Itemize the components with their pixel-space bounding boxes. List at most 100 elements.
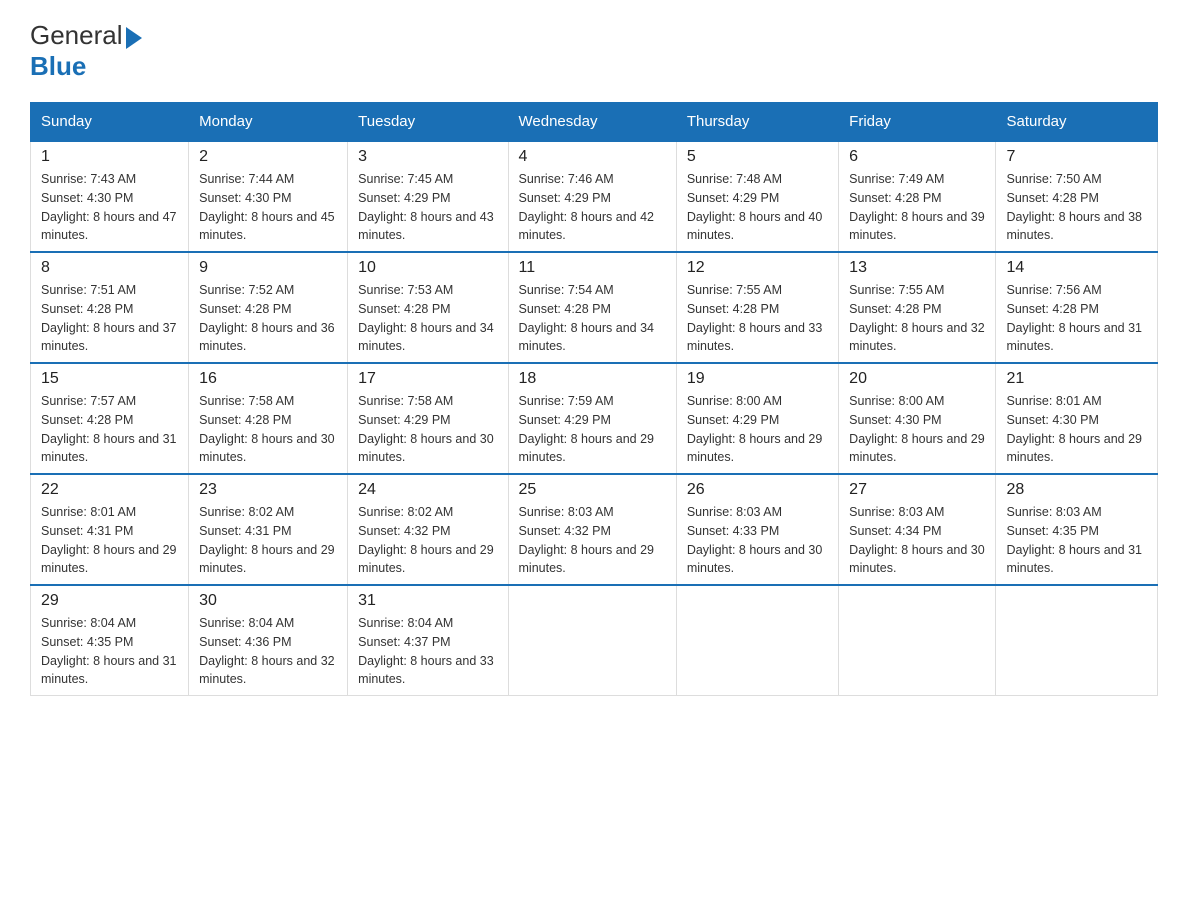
calendar-cell: 7 Sunrise: 7:50 AMSunset: 4:28 PMDaylight… [996,141,1158,252]
day-number: 3 [358,148,497,166]
calendar-cell: 9 Sunrise: 7:52 AMSunset: 4:28 PMDaylight… [189,252,348,363]
weekday-header-tuesday: Tuesday [348,103,508,142]
weekday-header-monday: Monday [189,103,348,142]
calendar-cell: 25 Sunrise: 8:03 AMSunset: 4:32 PMDayligh… [508,474,676,585]
day-info: Sunrise: 7:53 AMSunset: 4:28 PMDaylight:… [358,281,497,356]
calendar-cell: 4 Sunrise: 7:46 AMSunset: 4:29 PMDaylight… [508,141,676,252]
calendar-week-row: 8 Sunrise: 7:51 AMSunset: 4:28 PMDaylight… [31,252,1158,363]
day-number: 4 [519,148,666,166]
calendar-cell [839,585,996,696]
calendar-cell: 16 Sunrise: 7:58 AMSunset: 4:28 PMDayligh… [189,363,348,474]
day-number: 22 [41,481,178,499]
calendar-cell: 22 Sunrise: 8:01 AMSunset: 4:31 PMDayligh… [31,474,189,585]
day-number: 13 [849,259,985,277]
day-info: Sunrise: 8:02 AMSunset: 4:32 PMDaylight:… [358,503,497,578]
calendar-cell: 5Sunrise: 7:48 AMSunset: 4:29 PMDaylight… [676,141,838,252]
day-number: 31 [358,592,497,610]
weekday-header-sunday: Sunday [31,103,189,142]
day-info: Sunrise: 7:51 AMSunset: 4:28 PMDaylight:… [41,281,178,356]
day-info: Sunrise: 7:56 AMSunset: 4:28 PMDaylight:… [1006,281,1147,356]
day-info: Sunrise: 7:43 AMSunset: 4:30 PMDaylight:… [41,170,178,245]
calendar-cell: 26Sunrise: 8:03 AMSunset: 4:33 PMDayligh… [676,474,838,585]
weekday-header-saturday: Saturday [996,103,1158,142]
day-info: Sunrise: 8:00 AMSunset: 4:29 PMDaylight:… [687,392,828,467]
calendar-cell: 10 Sunrise: 7:53 AMSunset: 4:28 PMDayligh… [348,252,508,363]
day-number: 25 [519,481,666,499]
calendar-cell: 6 Sunrise: 7:49 AMSunset: 4:28 PMDaylight… [839,141,996,252]
day-number: 14 [1006,259,1147,277]
day-number: 28 [1006,481,1147,499]
day-number: 30 [199,592,337,610]
day-info: Sunrise: 8:03 AMSunset: 4:34 PMDaylight:… [849,503,985,578]
day-number: 2 [199,148,337,166]
day-number: 24 [358,481,497,499]
calendar-cell [996,585,1158,696]
day-info: Sunrise: 7:45 AMSunset: 4:29 PMDaylight:… [358,170,497,245]
day-info: Sunrise: 7:55 AMSunset: 4:28 PMDaylight:… [849,281,985,356]
day-info: Sunrise: 8:04 AMSunset: 4:35 PMDaylight:… [41,614,178,689]
calendar-cell [676,585,838,696]
calendar-cell: 2 Sunrise: 7:44 AMSunset: 4:30 PMDaylight… [189,141,348,252]
day-info: Sunrise: 7:58 AMSunset: 4:28 PMDaylight:… [199,392,337,467]
calendar-cell: 8 Sunrise: 7:51 AMSunset: 4:28 PMDaylight… [31,252,189,363]
day-info: Sunrise: 7:50 AMSunset: 4:28 PMDaylight:… [1006,170,1147,245]
day-number: 1 [41,148,178,166]
logo-line2: Blue [30,51,142,82]
day-number: 12 [687,259,828,277]
calendar-cell: 17 Sunrise: 7:58 AMSunset: 4:29 PMDayligh… [348,363,508,474]
calendar-cell: 13 Sunrise: 7:55 AMSunset: 4:28 PMDayligh… [839,252,996,363]
day-info: Sunrise: 8:00 AMSunset: 4:30 PMDaylight:… [849,392,985,467]
day-number: 26 [687,481,828,499]
calendar-week-row: 22 Sunrise: 8:01 AMSunset: 4:31 PMDayligh… [31,474,1158,585]
weekday-header-friday: Friday [839,103,996,142]
day-info: Sunrise: 8:01 AMSunset: 4:31 PMDaylight:… [41,503,178,578]
day-number: 9 [199,259,337,277]
calendar-cell: 11Sunrise: 7:54 AMSunset: 4:28 PMDayligh… [508,252,676,363]
day-number: 16 [199,370,337,388]
day-number: 21 [1006,370,1147,388]
day-number: 23 [199,481,337,499]
calendar-cell: 24 Sunrise: 8:02 AMSunset: 4:32 PMDayligh… [348,474,508,585]
day-info: Sunrise: 7:59 AMSunset: 4:29 PMDaylight:… [519,392,666,467]
weekday-header-wednesday: Wednesday [508,103,676,142]
calendar-week-row: 29 Sunrise: 8:04 AMSunset: 4:35 PMDayligh… [31,585,1158,696]
day-info: Sunrise: 7:49 AMSunset: 4:28 PMDaylight:… [849,170,985,245]
calendar-cell: 28 Sunrise: 8:03 AMSunset: 4:35 PMDayligh… [996,474,1158,585]
day-number: 8 [41,259,178,277]
calendar-cell: 18 Sunrise: 7:59 AMSunset: 4:29 PMDayligh… [508,363,676,474]
calendar-cell: 30 Sunrise: 8:04 AMSunset: 4:36 PMDayligh… [189,585,348,696]
page-header: General Blue [30,20,1158,82]
day-number: 18 [519,370,666,388]
day-number: 19 [687,370,828,388]
day-number: 17 [358,370,497,388]
day-info: Sunrise: 7:44 AMSunset: 4:30 PMDaylight:… [199,170,337,245]
calendar-cell: 31 Sunrise: 8:04 AMSunset: 4:37 PMDayligh… [348,585,508,696]
day-info: Sunrise: 7:55 AMSunset: 4:28 PMDaylight:… [687,281,828,356]
calendar-cell: 1 Sunrise: 7:43 AMSunset: 4:30 PMDaylight… [31,141,189,252]
day-number: 6 [849,148,985,166]
calendar-cell: 29 Sunrise: 8:04 AMSunset: 4:35 PMDayligh… [31,585,189,696]
day-info: Sunrise: 8:04 AMSunset: 4:37 PMDaylight:… [358,614,497,689]
weekday-header-thursday: Thursday [676,103,838,142]
day-info: Sunrise: 7:52 AMSunset: 4:28 PMDaylight:… [199,281,337,356]
calendar-cell: 27Sunrise: 8:03 AMSunset: 4:34 PMDayligh… [839,474,996,585]
calendar-cell: 15Sunrise: 7:57 AMSunset: 4:28 PMDayligh… [31,363,189,474]
day-info: Sunrise: 8:03 AMSunset: 4:35 PMDaylight:… [1006,503,1147,578]
day-number: 7 [1006,148,1147,166]
calendar-cell: 20 Sunrise: 8:00 AMSunset: 4:30 PMDayligh… [839,363,996,474]
calendar-cell: 21Sunrise: 8:01 AMSunset: 4:30 PMDayligh… [996,363,1158,474]
day-info: Sunrise: 7:46 AMSunset: 4:29 PMDaylight:… [519,170,666,245]
day-number: 29 [41,592,178,610]
day-info: Sunrise: 7:58 AMSunset: 4:29 PMDaylight:… [358,392,497,467]
calendar-cell: 14 Sunrise: 7:56 AMSunset: 4:28 PMDayligh… [996,252,1158,363]
calendar-week-row: 1 Sunrise: 7:43 AMSunset: 4:30 PMDaylight… [31,141,1158,252]
logo: General Blue [30,20,142,82]
calendar-cell [508,585,676,696]
day-info: Sunrise: 7:48 AMSunset: 4:29 PMDaylight:… [687,170,828,245]
day-info: Sunrise: 8:03 AMSunset: 4:32 PMDaylight:… [519,503,666,578]
day-number: 10 [358,259,497,277]
day-number: 20 [849,370,985,388]
calendar-table: SundayMondayTuesdayWednesdayThursdayFrid… [30,102,1158,696]
day-info: Sunrise: 7:57 AMSunset: 4:28 PMDaylight:… [41,392,178,467]
day-info: Sunrise: 8:04 AMSunset: 4:36 PMDaylight:… [199,614,337,689]
